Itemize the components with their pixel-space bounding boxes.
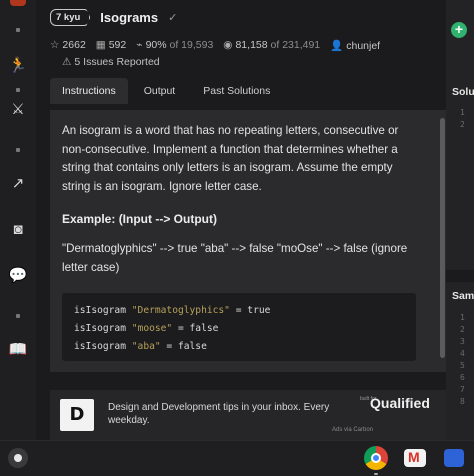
code-line: isIsogram "aba" = false	[74, 341, 207, 353]
collections-stat[interactable]: ▦ 592	[96, 39, 126, 52]
kata-header: 7 kyu Isograms ✓	[50, 9, 177, 26]
satisfaction-stat: ⌁ 90% of 19,593	[136, 39, 214, 51]
kata-tabs: Instructions Output Past Solutions	[50, 78, 282, 104]
description-text: An isogram is a word that has no repeati…	[62, 124, 399, 194]
ad-via-carbon[interactable]: Ads via Carbon	[332, 427, 373, 433]
line-number: 8	[460, 397, 465, 406]
nav-dot-icon	[16, 28, 20, 32]
author-link[interactable]: 👤 chunjef	[330, 39, 380, 52]
line-number: 7	[460, 385, 465, 394]
code-line: isIsogram "moose" = false	[74, 323, 219, 335]
practice-icon[interactable]: ⚔	[8, 100, 28, 120]
rank-badge: 7 kyu	[50, 9, 91, 26]
instructions-panel: An isogram is a word that has no repeati…	[50, 110, 446, 372]
star-icon: ☆	[50, 39, 60, 51]
chat-icon[interactable]: 💬	[8, 266, 28, 286]
tab-past-solutions[interactable]: Past Solutions	[191, 78, 282, 104]
collection-icon: ▦	[95, 39, 106, 51]
tab-output[interactable]: Output	[132, 78, 188, 104]
thumbs-up-icon: ⌁	[136, 39, 143, 51]
kata-title[interactable]: Isograms	[100, 10, 158, 25]
line-number: 1	[460, 108, 465, 117]
codewars-logo[interactable]	[10, 0, 26, 6]
nav-dot-icon	[16, 148, 20, 152]
ad-logo: D	[60, 399, 94, 431]
code-block: isIsogram "Dermatoglyphics" = true isIso…	[62, 293, 416, 362]
instructions-scrollbar[interactable]	[440, 118, 445, 358]
tab-instructions[interactable]: Instructions	[50, 78, 128, 104]
os-taskbar	[0, 440, 474, 476]
kata-stats: ☆ 2662 ▦ 592 ⌁ 90% of 19,593 ◉ 81,158 of 231…	[50, 39, 380, 52]
nav-dot-icon	[16, 88, 20, 92]
training-icon[interactable]: 🏃	[8, 56, 28, 76]
leaderboard-trend-icon[interactable]: ↗	[8, 174, 28, 194]
line-number: 1	[460, 313, 465, 322]
code-line: isIsogram "Dermatoglyphics" = true	[74, 305, 271, 317]
line-number: 3	[460, 337, 465, 346]
discord-icon[interactable]: ◙	[8, 220, 28, 240]
panel-divider[interactable]	[446, 270, 474, 282]
line-number: 4	[460, 349, 465, 358]
issues-reported[interactable]: ⚠ 5 Issues Reported	[62, 56, 160, 68]
add-icon[interactable]: +	[451, 22, 467, 38]
user-icon: 👤	[330, 40, 344, 52]
warning-icon: ⚠	[62, 56, 72, 68]
target-icon: ◉	[223, 39, 233, 51]
example-heading: Example: (Input --> Output)	[62, 211, 217, 226]
line-number: 6	[460, 373, 465, 382]
gmail-icon[interactable]	[404, 449, 426, 467]
solution-header: Solu	[452, 86, 474, 98]
completions-stat: ◉ 81,158 of 231,491	[223, 39, 321, 51]
stars-stat[interactable]: ☆ 2662	[50, 39, 86, 52]
kata-main-panel: 7 kyu Isograms ✓ ☆ 2662 ▦ 592 ⌁ 90% of 19,5…	[36, 0, 446, 440]
launcher-icon[interactable]	[8, 448, 28, 468]
ad-brand: Qualified	[370, 395, 430, 411]
line-number: 2	[460, 120, 465, 129]
left-nav-rail: 🏃 ⚔ ↗ ◙ 💬 📖	[0, 0, 36, 440]
carbon-ad[interactable]: D Design and Development tips in your in…	[50, 390, 446, 440]
nav-dot-icon	[16, 314, 20, 318]
example-text: "Dermatoglyphics" --> true "aba" --> fal…	[62, 241, 408, 274]
docs-book-icon[interactable]: 📖	[8, 340, 28, 360]
line-number: 5	[460, 361, 465, 370]
ad-text[interactable]: Design and Development tips in your inbo…	[108, 402, 338, 427]
running-indicator	[374, 473, 378, 475]
line-number: 2	[460, 325, 465, 334]
files-icon[interactable]	[444, 449, 464, 467]
check-icon: ✓	[168, 12, 178, 24]
chrome-icon[interactable]	[364, 446, 388, 470]
right-editor-panel: + Solu 1 2 Sam 1 2 3 4 5 6 7 8	[446, 0, 474, 440]
sample-tests-header: Sam	[452, 290, 474, 302]
